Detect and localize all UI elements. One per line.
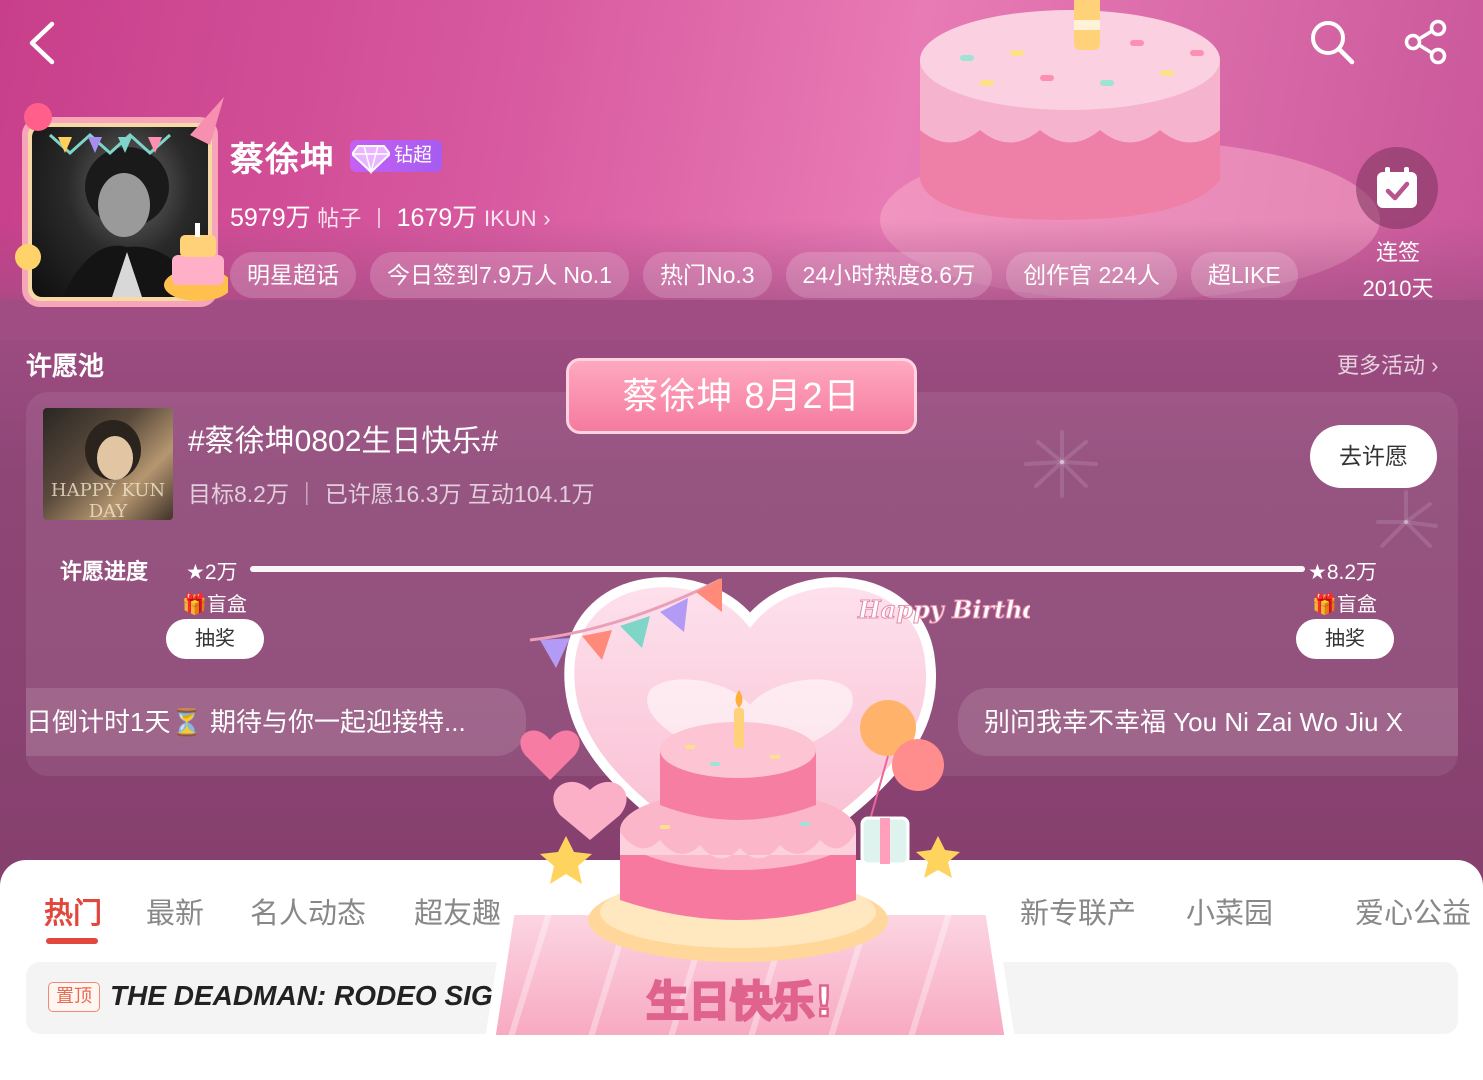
progress-label: 许愿进度 — [60, 559, 149, 584]
star-icon: ★ — [1308, 561, 1327, 584]
tag-chip[interactable]: 创作官 224人 — [1006, 252, 1177, 298]
badge-label: 钻超 — [394, 145, 433, 166]
tab-celebrity[interactable]: 名人动态 — [250, 890, 366, 932]
birthday-greeting: 生日快乐! — [646, 977, 833, 1026]
pinned-post-title[interactable]: THE DEADMAN: RODEO SIGI — [110, 980, 500, 1012]
wish-thumbnail[interactable]: HAPPY KUN DAY — [43, 408, 173, 520]
active-tab-indicator — [46, 938, 98, 944]
tab-garden[interactable]: 小菜园 — [1186, 890, 1273, 932]
tag-chip[interactable]: 24小时热度8.6万 — [785, 252, 993, 298]
divider — [377, 208, 380, 228]
wish-meta: 目标8.2万 ｜ 已许愿16.3万 互动104.1万 — [188, 481, 595, 507]
fans-count: 1679万 — [396, 204, 478, 232]
fans-label: IKUN — [483, 206, 537, 231]
posts-label: 帖子 — [317, 206, 362, 231]
more-label: 更多活动 — [1337, 353, 1426, 378]
start-mark-value: 2万 — [204, 561, 238, 584]
chevron-right-icon: › — [543, 206, 551, 231]
birthday-frame-decoration-icon — [15, 97, 228, 301]
tag-chip[interactable]: 超LIKE — [1190, 252, 1298, 298]
chevron-left-icon[interactable] — [22, 18, 66, 68]
posts-count: 5979万 — [230, 204, 311, 232]
share-icon[interactable] — [1402, 18, 1450, 66]
progress-end-marker: ★8.2万 — [1308, 556, 1377, 586]
tag-row: 明星超话 今日签到7.9万人 No.1 热门No.3 24小时热度8.6万 创作官 22… — [230, 252, 1340, 300]
tab-charity[interactable]: 爱心公益 — [1355, 890, 1471, 932]
birthday-date-banner: 蔡徐坤 8月2日 — [566, 358, 917, 434]
thumbnail-caption: HAPPY KUN DAY — [50, 480, 166, 520]
birthday-popup[interactable]: Happy Birthday 生日快乐! — [470, 540, 1030, 1060]
tag-chip[interactable]: 明星超话 — [230, 252, 356, 298]
ticker-left[interactable]: 日倒计时1天⏳ 期待与你一起迎接特... — [26, 688, 526, 756]
gift-left: 🎁盲盒 — [182, 588, 247, 617]
stats-row[interactable]: 5979万 帖子 1679万 IKUN › — [230, 198, 551, 234]
tab-hot[interactable]: 热门 — [44, 890, 102, 932]
calendar-check-icon — [1377, 167, 1417, 208]
tab-latest[interactable]: 最新 — [146, 890, 204, 932]
checkin-circle — [1356, 147, 1438, 229]
star-icon: ★ — [186, 561, 205, 584]
pinned-badge: 置顶 — [48, 982, 100, 1012]
checkin-label: 连签 — [1375, 240, 1420, 265]
gift-right: 🎁盲盒 — [1312, 588, 1377, 617]
happy-birthday-label: Happy Birthday — [857, 595, 1030, 624]
more-activities-link[interactable]: 更多活动 › — [1337, 348, 1438, 380]
chevron-right-icon: › — [1431, 353, 1439, 378]
ticker-right[interactable]: 别问我幸不幸福 You Ni Zai Wo Jiu X — [958, 688, 1458, 756]
end-mark-value: 8.2万 — [1326, 561, 1378, 584]
tag-chip[interactable]: 热门No.3 — [642, 252, 772, 298]
tag-chip[interactable]: 今日签到7.9万人 No.1 — [370, 252, 629, 298]
progress-start-marker: ★2万 — [186, 556, 238, 586]
avatar[interactable] — [10, 95, 228, 313]
section-title: 许愿池 — [26, 351, 105, 381]
search-icon[interactable] — [1308, 18, 1356, 66]
super-badge[interactable]: 钻超 — [350, 140, 443, 174]
make-wish-button[interactable]: 去许愿 — [1310, 425, 1437, 488]
gift-icon: 🎁 — [1312, 594, 1337, 616]
checkin-button[interactable]: 连签 2010天 — [1356, 147, 1440, 303]
checkin-days: 2010天 — [1362, 276, 1434, 301]
draw-button-right[interactable]: 抽奖 — [1296, 619, 1394, 659]
draw-button-left[interactable]: 抽奖 — [166, 619, 264, 659]
page-title: 蔡徐坤 — [230, 141, 335, 179]
tab-new-album[interactable]: 新专联产 — [1020, 890, 1136, 932]
wish-title[interactable]: #蔡徐坤0802生日快乐# — [188, 416, 498, 460]
gift-icon: 🎁 — [182, 594, 207, 616]
gift-label: 盲盒 — [1336, 594, 1377, 616]
gift-label: 盲盒 — [206, 594, 247, 616]
diamond-icon — [352, 145, 390, 174]
